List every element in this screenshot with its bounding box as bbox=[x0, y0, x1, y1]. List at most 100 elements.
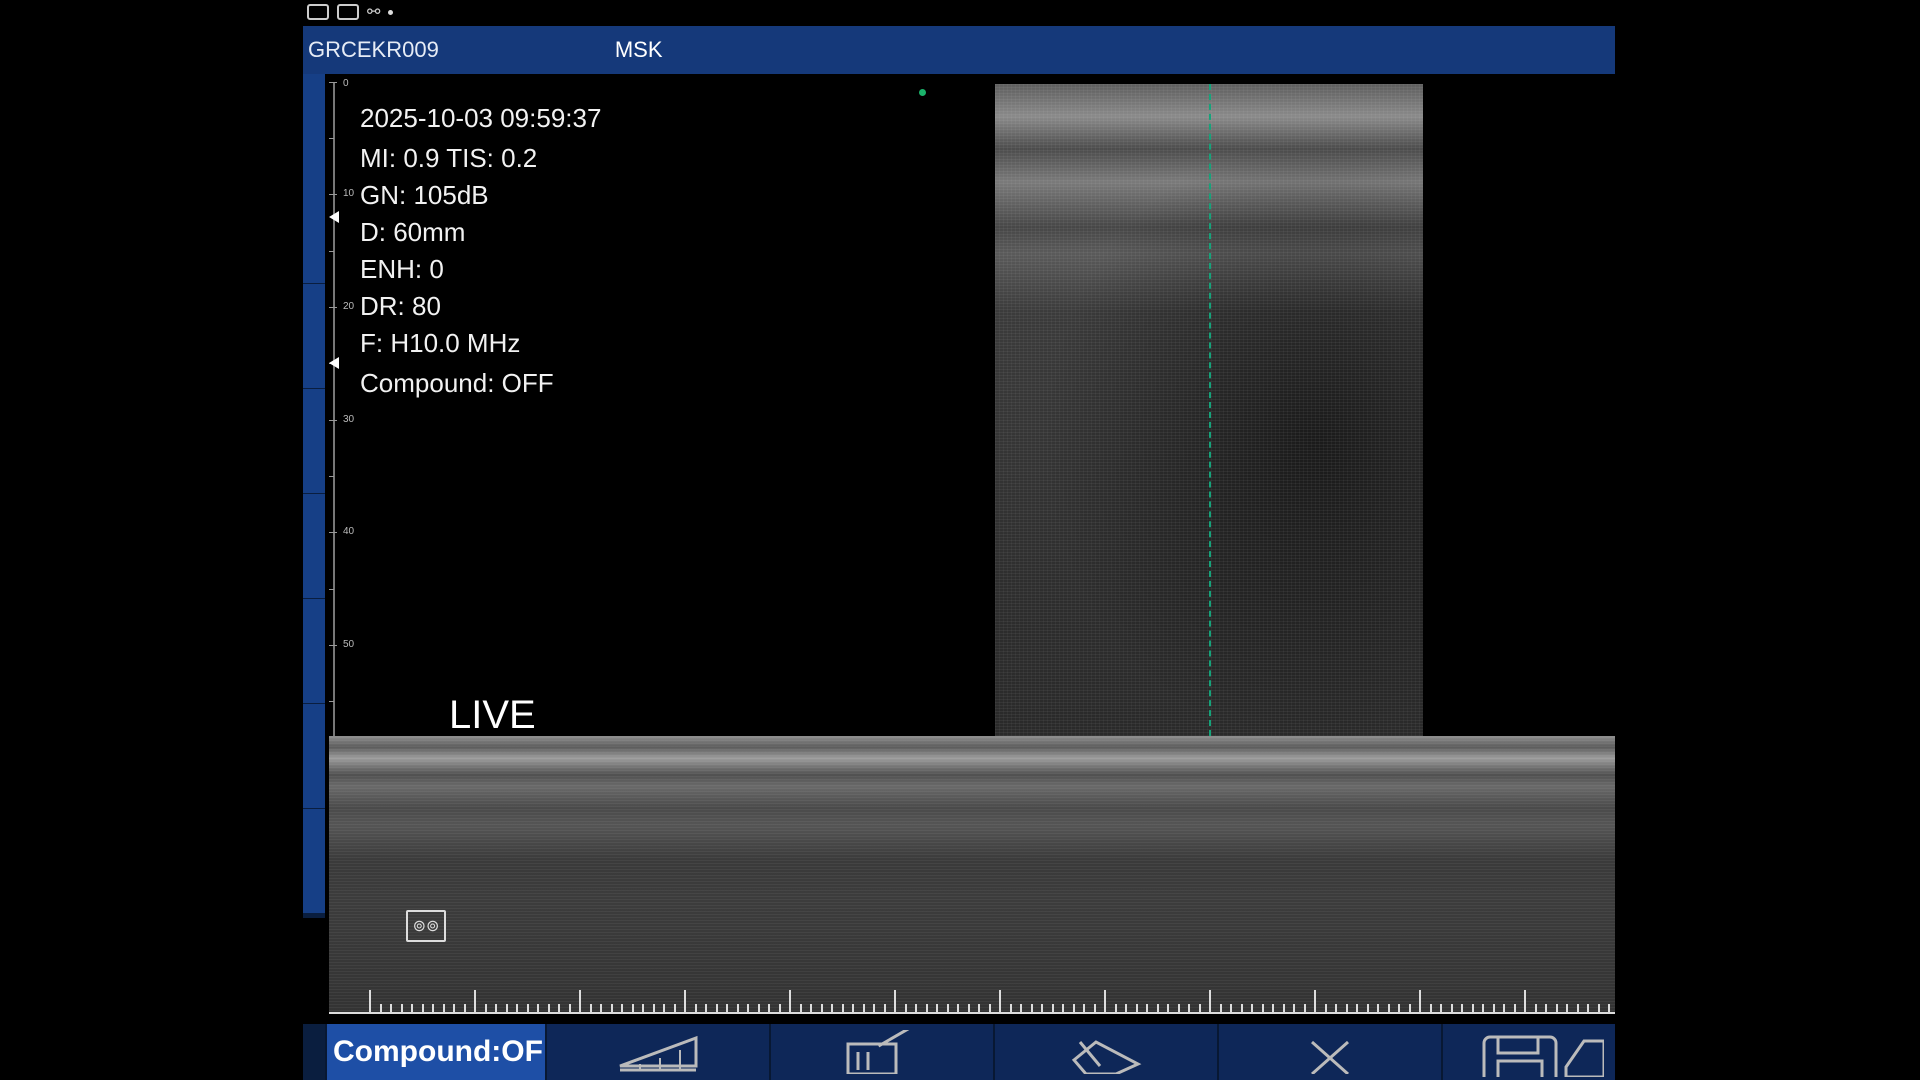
mi-tis-readout: MI: 0.9 TIS: 0.2 bbox=[360, 143, 538, 173]
time-tick bbox=[957, 1004, 959, 1014]
gain-curve-icon bbox=[619, 1035, 698, 1072]
time-tick bbox=[442, 1004, 445, 1014]
focus-zone-segment[interactable] bbox=[303, 389, 325, 494]
time-tick bbox=[694, 1004, 697, 1014]
time-tick bbox=[516, 1004, 518, 1014]
clear-button[interactable] bbox=[1217, 1024, 1441, 1080]
time-tick bbox=[1377, 1004, 1379, 1014]
save-button[interactable] bbox=[1441, 1024, 1615, 1080]
time-tick bbox=[547, 1004, 550, 1014]
time-tick bbox=[1209, 990, 1211, 1014]
time-tick bbox=[736, 1004, 739, 1014]
time-tick bbox=[978, 1004, 980, 1014]
time-tick bbox=[1177, 1004, 1180, 1014]
notification-dot-icon bbox=[388, 9, 394, 15]
body-mark-icon bbox=[1071, 1040, 1142, 1074]
time-tick bbox=[925, 1004, 928, 1014]
time-tick bbox=[1324, 1004, 1327, 1014]
time-tick bbox=[1303, 1004, 1306, 1014]
time-tick bbox=[1251, 1004, 1253, 1014]
depth-label: 30 bbox=[343, 414, 355, 425]
time-tick bbox=[1545, 1004, 1547, 1014]
time-tick bbox=[999, 990, 1001, 1014]
time-tick bbox=[1524, 990, 1526, 1014]
focus-zone-segment[interactable] bbox=[303, 284, 325, 389]
exam-preset[interactable]: MSK bbox=[615, 37, 663, 63]
status-bar: ⚯ bbox=[303, 0, 1615, 24]
time-tick bbox=[568, 1004, 571, 1014]
time-tick bbox=[453, 1004, 455, 1014]
time-tick bbox=[1345, 1004, 1348, 1014]
bottom-toolbar: Compound:OF bbox=[303, 1024, 1615, 1080]
m-mode-trace[interactable] bbox=[329, 736, 1615, 1014]
time-tick bbox=[631, 1004, 634, 1014]
time-tick bbox=[621, 1004, 623, 1014]
patient-id[interactable]: GRCEKR009 bbox=[308, 37, 439, 63]
m-mode-cursor-line[interactable] bbox=[1209, 84, 1211, 736]
time-tick bbox=[1030, 1004, 1033, 1014]
time-tick bbox=[1398, 1004, 1400, 1014]
time-tick bbox=[1314, 990, 1316, 1014]
time-tick bbox=[1461, 1004, 1463, 1014]
time-tick bbox=[1198, 1004, 1201, 1014]
time-tick bbox=[1135, 1004, 1138, 1014]
frequency-readout: F: H10.0 MHz bbox=[360, 328, 521, 358]
time-tick bbox=[421, 1004, 424, 1014]
body-mark-button[interactable] bbox=[993, 1024, 1217, 1080]
time-tick bbox=[1408, 1004, 1411, 1014]
depth-label: 0 bbox=[343, 78, 349, 89]
time-tick bbox=[747, 1004, 749, 1014]
time-tick bbox=[537, 1004, 539, 1014]
link-icon: ⚯ bbox=[367, 4, 381, 21]
probe-orientation-dot bbox=[919, 89, 926, 96]
time-tick bbox=[883, 1004, 886, 1014]
time-tick bbox=[841, 1004, 844, 1014]
cine-loop-icon[interactable]: ⊚⊚ bbox=[406, 910, 446, 942]
time-tick bbox=[1051, 1004, 1054, 1014]
measure-button[interactable] bbox=[769, 1024, 993, 1080]
b-mode-image[interactable] bbox=[995, 84, 1423, 736]
focus-marker-icon[interactable] bbox=[329, 357, 339, 369]
time-tick bbox=[1608, 1004, 1610, 1014]
enhancement-readout: ENH: 0 bbox=[360, 254, 444, 284]
time-tick bbox=[1282, 1004, 1285, 1014]
time-tick bbox=[1419, 990, 1421, 1014]
time-tick bbox=[1566, 1004, 1568, 1014]
focus-zone-segment[interactable] bbox=[303, 704, 325, 809]
time-tick bbox=[1230, 1004, 1232, 1014]
focus-marker-icon[interactable] bbox=[329, 211, 339, 223]
time-tick bbox=[789, 990, 791, 1014]
focus-zone-segment[interactable] bbox=[303, 494, 325, 599]
focus-zone-segment[interactable] bbox=[303, 74, 325, 284]
imaging-parameters: 2025-10-03 09:59:37 MI: 0.9 TIS: 0.2 GN:… bbox=[360, 100, 601, 402]
time-tick bbox=[1114, 1004, 1117, 1014]
time-tick bbox=[1146, 1004, 1148, 1014]
depth-label: 40 bbox=[343, 526, 355, 537]
time-tick bbox=[505, 1004, 508, 1014]
focus-zone-segment[interactable] bbox=[303, 599, 325, 704]
time-tick bbox=[894, 990, 896, 1014]
time-tick bbox=[1041, 1004, 1043, 1014]
time-tick bbox=[558, 1004, 560, 1014]
time-tick bbox=[862, 1004, 865, 1014]
time-tick bbox=[1513, 1004, 1516, 1014]
time-tick bbox=[1293, 1004, 1295, 1014]
time-tick bbox=[495, 1004, 497, 1014]
time-tick bbox=[642, 1004, 644, 1014]
measure-icon bbox=[846, 1030, 913, 1074]
time-tick bbox=[463, 1004, 466, 1014]
focus-zone-segment[interactable] bbox=[303, 809, 325, 914]
compound-toggle-button[interactable]: Compound:OF bbox=[325, 1024, 545, 1080]
time-tick bbox=[1387, 1004, 1390, 1014]
gain-readout: GN: 105dB bbox=[360, 180, 489, 210]
depth-ruler: 0 10 20 30 40 50 60 bbox=[329, 78, 359, 762]
time-tick bbox=[915, 1004, 917, 1014]
time-tick bbox=[1429, 1004, 1432, 1014]
time-tick bbox=[873, 1004, 875, 1014]
live-indicator: LIVE bbox=[449, 693, 536, 737]
gain-curve-button[interactable] bbox=[545, 1024, 769, 1080]
time-tick bbox=[778, 1004, 781, 1014]
time-tick bbox=[1534, 1004, 1537, 1014]
time-tick bbox=[589, 1004, 592, 1014]
time-tick bbox=[484, 1004, 487, 1014]
